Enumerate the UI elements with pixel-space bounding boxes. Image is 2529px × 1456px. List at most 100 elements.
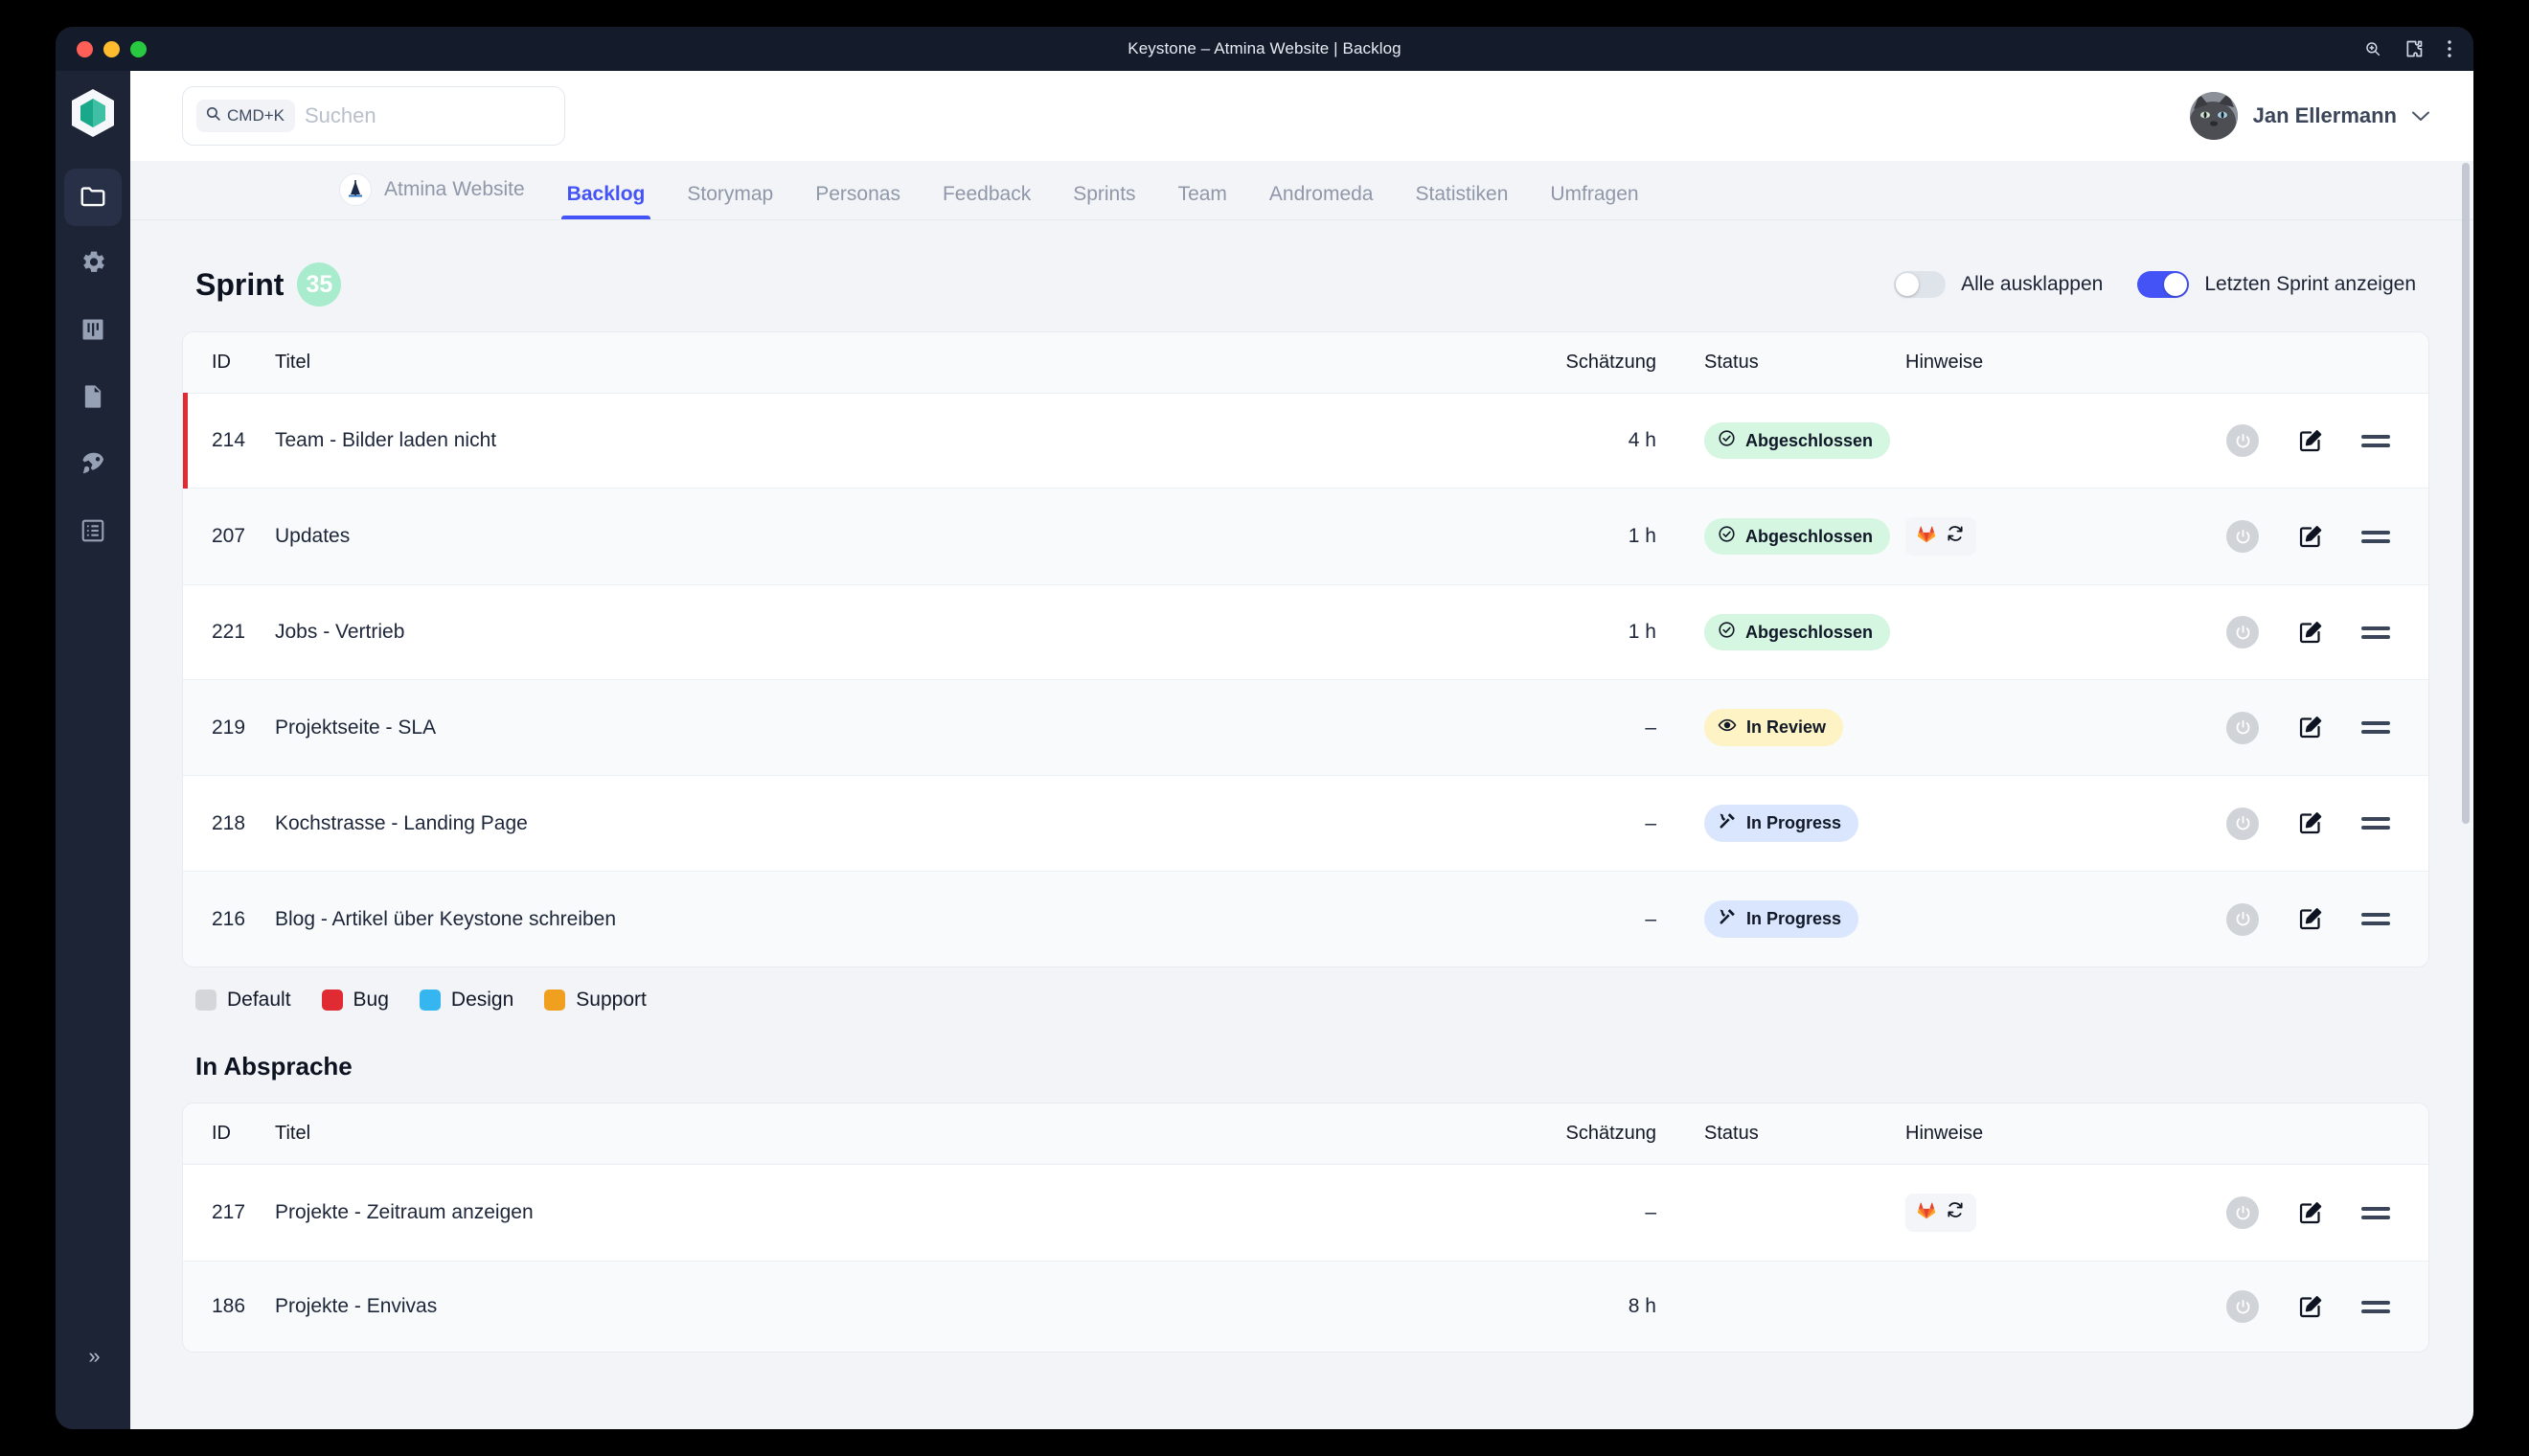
- tab-andromeda[interactable]: Andromeda: [1248, 183, 1395, 219]
- content-scroll-area[interactable]: Sprint 35 Alle ausklappen Letzten Sprint…: [130, 220, 2473, 1429]
- vertical-scrollbar[interactable]: [2461, 163, 2471, 1423]
- legend-swatch: [195, 990, 216, 1011]
- drag-handle-icon[interactable]: [2361, 530, 2390, 543]
- top-bar: CMD+K Suchen Jan Ellermann: [130, 71, 2473, 161]
- timer-icon[interactable]: [2226, 520, 2259, 553]
- edit-icon[interactable]: [2297, 906, 2323, 932]
- edit-icon[interactable]: [2297, 715, 2323, 740]
- sidebar-expand-button[interactable]: »: [64, 1333, 122, 1379]
- check-circle-icon: [1718, 621, 1736, 644]
- drag-handle-icon[interactable]: [2361, 721, 2390, 734]
- drag-handle-icon[interactable]: [2361, 626, 2390, 639]
- hint-chip[interactable]: [1905, 517, 1976, 556]
- sidebar-item-documents[interactable]: [64, 370, 122, 427]
- sidebar-item-board[interactable]: [64, 303, 122, 360]
- cell-title[interactable]: Projekte - Envivas: [275, 1261, 1480, 1352]
- drag-handle-icon[interactable]: [2361, 817, 2390, 830]
- toggle-letzten-sprint-anzeigen[interactable]: Letzten Sprint anzeigen: [2137, 271, 2416, 298]
- sprint-table-card: ID Titel Schätzung Status Hinweise 214 T…: [182, 331, 2429, 967]
- minimize-button[interactable]: [103, 40, 120, 57]
- kanban-icon: [80, 316, 106, 348]
- table-row[interactable]: 216 Blog - Artikel über Keystone schreib…: [183, 871, 2428, 967]
- cell-actions: [2122, 871, 2428, 967]
- drag-handle-icon[interactable]: [2361, 434, 2390, 447]
- table-row[interactable]: 218 Kochstrasse - Landing Page – In Prog…: [183, 775, 2428, 872]
- tab-feedback[interactable]: Feedback: [922, 183, 1052, 219]
- edit-icon[interactable]: [2297, 524, 2323, 550]
- extensions-icon[interactable]: [2404, 39, 2424, 58]
- search-input[interactable]: CMD+K Suchen: [182, 86, 565, 146]
- user-menu[interactable]: Jan Ellermann: [2189, 92, 2429, 140]
- drag-handle-icon[interactable]: [2361, 913, 2390, 925]
- tab-atmina-website[interactable]: Atmina Website: [339, 173, 546, 219]
- cell-title[interactable]: Projekte - Zeitraum anzeigen: [275, 1164, 1480, 1262]
- cell-title[interactable]: Team - Bilder laden nicht: [275, 393, 1480, 489]
- legend-label: Design: [450, 989, 514, 1011]
- timer-icon[interactable]: [2226, 902, 2259, 936]
- search-shortcut-chip: CMD+K: [196, 100, 295, 132]
- keystone-logo[interactable]: [66, 86, 120, 140]
- table-row[interactable]: 207 Updates 1 h Abgeschlossen: [183, 488, 2428, 585]
- cell-estimate: 1 h: [1480, 584, 1672, 680]
- chevron-down-icon[interactable]: [2412, 106, 2429, 126]
- row-id: 219: [212, 716, 246, 739]
- timer-icon[interactable]: [2226, 1290, 2259, 1323]
- toggle-alle-ausklappen[interactable]: Alle ausklappen: [1894, 271, 2103, 298]
- sidebar-item-projects[interactable]: [64, 169, 122, 226]
- edit-icon[interactable]: [2297, 810, 2323, 836]
- sync-icon: [1946, 1200, 1965, 1225]
- column-header-hinweise: Hinweise: [1902, 332, 2122, 394]
- sprint-number-badge: 35: [297, 262, 342, 307]
- hint-chip[interactable]: [1905, 1194, 1976, 1232]
- kebab-menu-icon[interactable]: [2447, 39, 2452, 58]
- cell-id: 221: [183, 584, 275, 680]
- cell-title[interactable]: Updates: [275, 488, 1480, 585]
- table-row[interactable]: 219 Projektseite - SLA – In Review: [183, 679, 2428, 776]
- edit-icon[interactable]: [2297, 428, 2323, 454]
- tab-personas[interactable]: Personas: [794, 183, 922, 219]
- scrollbar-thumb[interactable]: [2462, 163, 2470, 824]
- tab-umfragen[interactable]: Umfragen: [1529, 183, 1659, 219]
- tools-icon: [1718, 907, 1737, 931]
- drag-handle-icon[interactable]: [2361, 1300, 2390, 1313]
- timer-icon[interactable]: [2226, 1196, 2259, 1229]
- avatar: [2189, 92, 2238, 140]
- eye-icon: [1718, 716, 1737, 739]
- tab-backlog[interactable]: Backlog: [546, 183, 667, 219]
- toggle-switch[interactable]: [2137, 271, 2190, 298]
- edit-icon[interactable]: [2297, 1294, 2323, 1320]
- timer-icon[interactable]: [2226, 807, 2259, 840]
- app-window: Keystone – Atmina Website | Backlog » CM…: [56, 27, 2473, 1429]
- table-row[interactable]: 214 Team - Bilder laden nicht 4 h Abgesc…: [183, 393, 2428, 489]
- zoom-button[interactable]: [130, 40, 147, 57]
- toggle-switch[interactable]: [1894, 271, 1947, 298]
- timer-icon[interactable]: [2226, 711, 2259, 744]
- table-row[interactable]: 217 Projekte - Zeitraum anzeigen –: [183, 1164, 2428, 1262]
- cell-hints: [1902, 775, 2122, 872]
- cell-title[interactable]: Jobs - Vertrieb: [275, 584, 1480, 680]
- table-row[interactable]: 186 Projekte - Envivas 8 h: [183, 1261, 2428, 1352]
- zoom-icon[interactable]: [2364, 40, 2381, 57]
- tab-statistiken[interactable]: Statistiken: [1395, 183, 1530, 219]
- status-badge: In Progress: [1704, 900, 1859, 938]
- tab-sprints[interactable]: Sprints: [1052, 183, 1156, 219]
- column-header-schaetzung: Schätzung: [1480, 332, 1672, 394]
- timer-icon[interactable]: [2226, 424, 2259, 457]
- cell-title[interactable]: Projektseite - SLA: [275, 679, 1480, 776]
- edit-icon[interactable]: [2297, 1200, 2323, 1226]
- timer-icon[interactable]: [2226, 616, 2259, 648]
- sidebar-item-releases[interactable]: [64, 437, 122, 494]
- tab-storymap[interactable]: Storymap: [666, 183, 794, 219]
- tab-label: Personas: [815, 183, 900, 205]
- legend-label: Default: [227, 989, 291, 1011]
- cell-title[interactable]: Kochstrasse - Landing Page: [275, 775, 1480, 872]
- sidebar-item-lists[interactable]: [64, 504, 122, 561]
- drag-handle-icon[interactable]: [2361, 1206, 2390, 1219]
- cell-title[interactable]: Blog - Artikel über Keystone schreiben: [275, 871, 1480, 967]
- table-row[interactable]: 221 Jobs - Vertrieb 1 h Abgeschlossen: [183, 584, 2428, 680]
- tab-team[interactable]: Team: [1157, 183, 1248, 219]
- edit-icon[interactable]: [2297, 620, 2323, 646]
- row-id: 186: [212, 1295, 246, 1317]
- close-button[interactable]: [77, 40, 93, 57]
- sidebar-item-settings[interactable]: [64, 236, 122, 293]
